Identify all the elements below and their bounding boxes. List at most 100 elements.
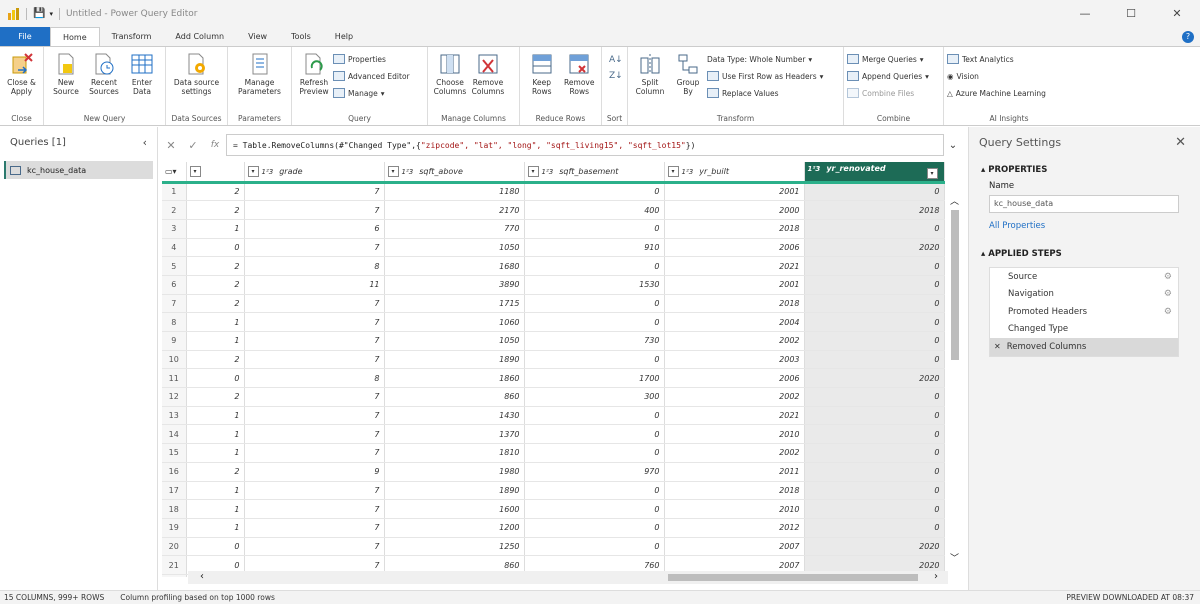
table-cell[interactable]: 7 [244, 238, 385, 258]
table-row[interactable]: 6 2 11 3890 1530 2001 0 [162, 275, 945, 295]
use-first-row-headers-button[interactable]: Use First Row as Headers ▾ [707, 69, 823, 83]
table-cell[interactable]: 2000 [664, 200, 805, 220]
table-cell[interactable]: 1700 [524, 368, 665, 389]
table-cell[interactable]: 2020 [804, 238, 945, 258]
filter-dropdown-icon[interactable]: ▾ [667, 165, 679, 177]
table-cell[interactable]: 7 [244, 424, 385, 445]
table-cell[interactable]: 0 [524, 499, 665, 519]
table-cell[interactable]: 0 [524, 350, 665, 370]
table-cell[interactable]: 0 [524, 406, 665, 426]
table-cell[interactable]: 0 [524, 256, 665, 276]
table-cell[interactable]: 0 [524, 182, 665, 202]
table-row[interactable]: 11 0 8 1860 1700 2006 2020 [162, 368, 945, 389]
maximize-button[interactable]: ☐ [1108, 7, 1154, 20]
table-cell[interactable]: 0 [804, 331, 945, 351]
expand-formula-icon[interactable]: ⌄ [944, 140, 962, 151]
table-cell[interactable]: 1 [186, 219, 245, 239]
table-cell[interactable]: 2011 [664, 462, 805, 482]
table-cell[interactable]: 1 [186, 443, 245, 463]
table-cell[interactable]: 0 [804, 443, 945, 463]
table-cell[interactable]: 0 [804, 275, 945, 295]
table-cell[interactable]: 7 [244, 350, 385, 370]
table-cell[interactable]: 910 [524, 238, 665, 258]
combine-files-button[interactable]: Combine Files [847, 86, 929, 100]
table-cell[interactable]: 2 [186, 350, 245, 370]
check-icon[interactable]: ✓ [182, 139, 204, 152]
table-cell[interactable]: 1200 [384, 518, 525, 538]
filter-dropdown-icon[interactable]: ▾ [247, 165, 259, 177]
table-cell[interactable]: 7 [244, 200, 385, 220]
table-cell[interactable]: 0 [804, 182, 945, 202]
tab-help[interactable]: Help [323, 27, 365, 46]
formula-input[interactable]: = Table.RemoveColumns(#"Changed Type",{"… [226, 134, 944, 156]
properties-button[interactable]: Properties [333, 52, 410, 66]
table-cell[interactable]: 11 [244, 275, 385, 295]
table-cell[interactable]: 2 [186, 182, 245, 202]
table-row[interactable]: 15 1 7 1810 0 2002 0 [162, 443, 945, 463]
table-cell[interactable]: 9 [244, 462, 385, 482]
table-cell[interactable]: 0 [804, 219, 945, 239]
table-cell[interactable]: 1250 [384, 537, 525, 557]
table-menu-header[interactable]: ▭▾ [162, 162, 187, 184]
table-cell[interactable]: 2 [186, 200, 245, 220]
table-row[interactable]: 4 0 7 1050 910 2006 2020 [162, 238, 945, 258]
table-cell[interactable]: 0 [524, 481, 665, 501]
table-row[interactable]: 17 1 7 1890 0 2018 0 [162, 481, 945, 501]
table-cell[interactable]: 1050 [384, 331, 525, 351]
table-cell[interactable]: 7 [244, 481, 385, 501]
scroll-thumb[interactable] [668, 574, 918, 581]
sort-ascending-icon[interactable]: A↓ [609, 55, 623, 65]
step-source[interactable]: Source ⚙ [990, 268, 1178, 286]
table-cell[interactable]: 1430 [384, 406, 525, 426]
table-cell[interactable]: 730 [524, 331, 665, 351]
table-cell[interactable]: 2 [186, 256, 245, 276]
filter-dropdown-icon[interactable]: ▾ [387, 165, 399, 177]
all-properties-link[interactable]: All Properties [969, 221, 1200, 231]
data-type-dropdown[interactable]: Data Type: Whole Number ▾ [707, 52, 823, 66]
cancel-icon[interactable]: ✕ [160, 139, 182, 152]
step-navigation[interactable]: Navigation ⚙ [990, 286, 1178, 304]
table-cell[interactable]: 2010 [664, 499, 805, 519]
table-row[interactable]: 8 1 7 1060 0 2004 0 [162, 312, 945, 332]
table-menu-icon[interactable]: ▭▾ [165, 167, 177, 176]
table-cell[interactable]: 1600 [384, 499, 525, 519]
table-cell[interactable]: 1 [186, 518, 245, 538]
scroll-up-icon[interactable]: ︿ [950, 194, 959, 207]
vertical-scrollbar[interactable]: ︿ ﹀ [948, 194, 962, 564]
table-cell[interactable]: 1 [186, 331, 245, 351]
step-removed-columns[interactable]: ✕ Removed Columns [990, 338, 1178, 356]
horizontal-scrollbar[interactable]: ‹ › [188, 571, 948, 584]
tab-add-column[interactable]: Add Column [163, 27, 236, 46]
azure-ml-button[interactable]: △ Azure Machine Learning [947, 86, 1046, 100]
table-cell[interactable]: 0 [804, 462, 945, 482]
tab-transform[interactable]: Transform [100, 27, 164, 46]
table-cell[interactable]: 1890 [384, 481, 525, 501]
tab-file[interactable]: File [0, 27, 50, 46]
minimize-button[interactable]: — [1062, 7, 1108, 20]
table-cell[interactable]: 1180 [384, 182, 525, 202]
table-cell[interactable]: 7 [244, 331, 385, 351]
table-cell[interactable]: 0 [804, 499, 945, 519]
table-cell[interactable]: 0 [524, 424, 665, 445]
table-cell[interactable]: 0 [186, 238, 245, 258]
gear-icon[interactable]: ⚙ [1164, 272, 1172, 282]
table-cell[interactable]: 1680 [384, 256, 525, 276]
table-cell[interactable]: 2020 [804, 537, 945, 557]
gear-icon[interactable]: ⚙ [1164, 289, 1172, 299]
tab-tools[interactable]: Tools [279, 27, 323, 46]
table-cell[interactable]: 2010 [664, 424, 805, 445]
filter-dropdown-icon[interactable]: ▾ [527, 165, 539, 177]
table-cell[interactable]: 1530 [524, 275, 665, 295]
table-cell[interactable]: 7 [244, 312, 385, 332]
table-cell[interactable]: 6 [244, 219, 385, 239]
table-row[interactable]: 3 1 6 770 0 2018 0 [162, 219, 945, 239]
table-cell[interactable]: 2018 [664, 481, 805, 501]
close-icon[interactable]: ✕ [1175, 135, 1186, 150]
step-promoted-headers[interactable]: Promoted Headers ⚙ [990, 303, 1178, 321]
table-cell[interactable]: 0 [804, 387, 945, 407]
delete-step-icon[interactable]: ✕ [994, 342, 1001, 351]
table-cell[interactable]: 2012 [664, 518, 805, 538]
merge-queries-button[interactable]: Merge Queries ▾ [847, 52, 929, 66]
table-cell[interactable]: 3890 [384, 275, 525, 295]
table-cell[interactable]: 0 [804, 406, 945, 426]
